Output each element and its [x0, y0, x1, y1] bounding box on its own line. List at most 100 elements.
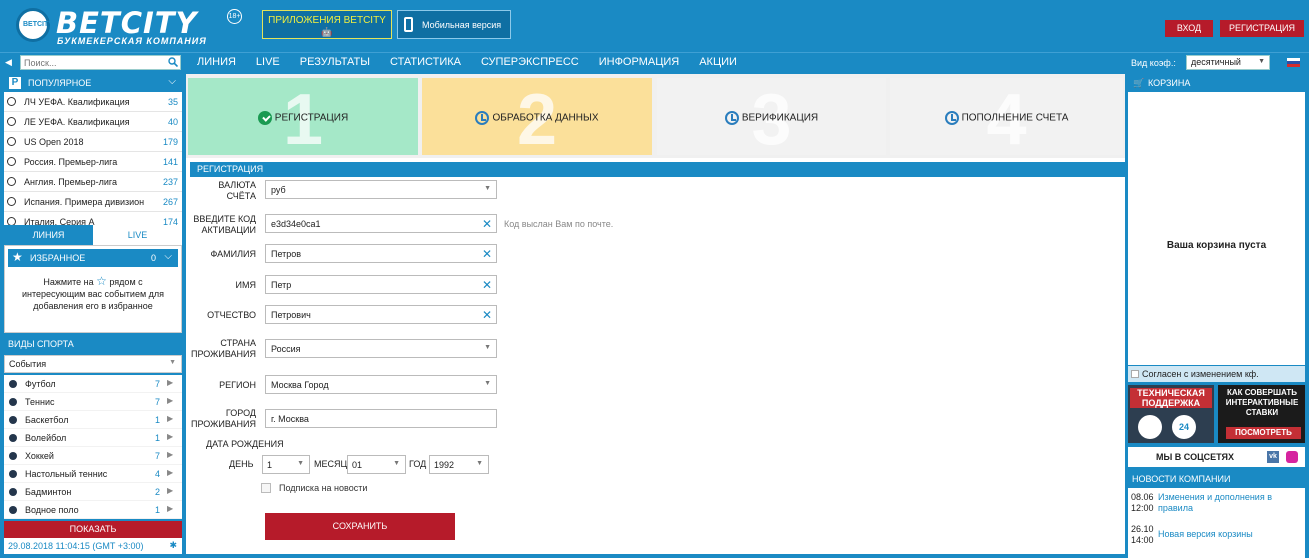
form-title: РЕГИСТРАЦИЯ — [190, 162, 1125, 177]
day-value: 1 — [267, 460, 273, 470]
news-link[interactable]: Новая версия корзины — [1158, 529, 1288, 540]
search-input[interactable] — [21, 56, 161, 69]
agree-row[interactable]: Согласен с изменением кф. — [1128, 366, 1305, 382]
patronymic-input[interactable]: Петрович ✕ — [265, 305, 497, 324]
country-select[interactable]: Россия ▼ — [265, 339, 497, 358]
nav-results[interactable]: РЕЗУЛЬТАТЫ — [300, 56, 370, 68]
name-input[interactable]: Петр ✕ — [265, 275, 497, 294]
country-label: СТРАНА ПРОЖИВАНИЯ — [190, 338, 256, 359]
support-banner[interactable]: ТЕХНИЧЕСКАЯ ПОДДЕРЖКА 24 — [1128, 385, 1214, 443]
events-select[interactable]: События ▼ — [4, 355, 182, 373]
popular-item[interactable]: ЛЕ УЕФА. Квалификация 40 — [4, 112, 182, 132]
patronymic-value: Петрович — [271, 310, 311, 320]
save-button[interactable]: СОХРАНИТЬ — [265, 513, 455, 540]
sport-item[interactable]: Настольный теннис 4 ▶ — [4, 465, 182, 483]
day-label: ДЕНЬ — [229, 459, 254, 469]
instagram-icon[interactable] — [1286, 451, 1298, 463]
logo-subtitle: БУКМЕКЕРСКАЯ КОМПАНИЯ — [57, 36, 207, 46]
popular-item-count: 237 — [162, 177, 178, 187]
sport-item[interactable]: Бадминтон 2 ▶ — [4, 483, 182, 501]
step-deposit: 4 ПОПОЛНЕНИЕ СЧЕТА — [890, 78, 1123, 160]
currency-label: ВАЛЮТА СЧЁТА — [218, 180, 256, 201]
register-button[interactable]: РЕГИСТРАЦИЯ — [1220, 20, 1304, 37]
activation-code-input[interactable]: e3d34e0ca1 ✕ — [265, 214, 497, 233]
nav-line[interactable]: ЛИНИЯ — [197, 56, 236, 68]
step-registration: 1 РЕГИСТРАЦИЯ — [188, 78, 418, 160]
nav-live[interactable]: LIVE — [256, 56, 280, 68]
favorites-header[interactable]: ★ ИЗБРАННОЕ 0 ⌵ — [8, 249, 178, 267]
month-select[interactable]: 01 ▼ — [347, 455, 406, 474]
sport-item[interactable]: Водное поло 1 ▶ — [4, 501, 182, 519]
day-select[interactable]: 1 ▼ — [262, 455, 310, 474]
show-button[interactable]: ПОКАЗАТЬ — [4, 521, 182, 538]
chevron-down-icon: ⌵ — [168, 76, 176, 87]
popular-header[interactable]: P ПОПУЛЯРНОЕ ⌵ — [4, 74, 182, 92]
sport-item[interactable]: Баскетбол 1 ▶ — [4, 411, 182, 429]
currency-select[interactable]: руб ▼ — [265, 180, 497, 199]
step-label: ОБРАБОТКА ДАННЫХ — [492, 112, 599, 124]
sport-name: Хоккей — [25, 451, 54, 461]
popular-item-count: 40 — [167, 117, 178, 127]
mobile-version-button[interactable]: Мобильная версия — [397, 10, 511, 39]
cart-title: КОРЗИНА — [1148, 78, 1191, 88]
interactive-bets-banner[interactable]: КАК СОВЕРШАТЬ ИНТЕРАКТИВНЫЕ СТАВКИ ПОСМО… — [1218, 385, 1305, 443]
subscribe-checkbox[interactable] — [261, 483, 271, 493]
city-input[interactable]: г. Москва — [265, 409, 497, 428]
popular-item[interactable]: Испания. Примера дивизион 267 — [4, 192, 182, 212]
news-link[interactable]: Изменения и дополнения в правила — [1158, 492, 1288, 514]
popular-item[interactable]: Англия. Премьер-лига 237 — [4, 172, 182, 192]
betcity-logo[interactable]: BETCITY BETCITY БУКМЕКЕРСКАЯ КОМПАНИЯ 18… — [16, 6, 242, 46]
sport-item[interactable]: Хоккей 7 ▶ — [4, 447, 182, 465]
surname-label: ФАМИЛИЯ — [210, 249, 257, 259]
search-icon[interactable] — [168, 57, 178, 67]
login-button[interactable]: ВХОД — [1165, 20, 1213, 37]
cart-body: Ваша корзина пуста — [1128, 92, 1305, 365]
region-label: РЕГИОН — [219, 380, 256, 390]
year-select[interactable]: 1992 ▼ — [429, 455, 489, 474]
code-hint: Код выслан Вам по почте. — [504, 219, 614, 229]
sports-list: Футбол 7 ▶ Теннис 7 ▶ Баскетбол 1 ▶ Волейбол 1 ▶… — [4, 375, 182, 519]
clear-icon[interactable]: ✕ — [482, 278, 492, 292]
nav-information[interactable]: ИНФОРМАЦИЯ — [599, 56, 679, 68]
coef-select[interactable]: десятичный ▼ — [1186, 55, 1270, 70]
surname-input[interactable]: Петров ✕ — [265, 244, 497, 263]
nav-superexpress[interactable]: СУПЕРЭКСПРЕСС — [481, 56, 579, 68]
region-value: Москва Город — [271, 380, 329, 390]
clear-icon[interactable]: ✕ — [482, 308, 492, 322]
tab-live[interactable]: LIVE — [93, 225, 182, 245]
clear-icon[interactable]: ✕ — [482, 247, 492, 261]
chevron-down-icon: ▼ — [484, 344, 491, 351]
popular-item-name: ЛЕ УЕФА. Квалификация — [24, 117, 130, 127]
nav-promotions[interactable]: АКЦИИ — [699, 56, 737, 68]
popular-item[interactable]: Россия. Премьер-лига 141 — [4, 152, 182, 172]
apps-button[interactable]: ПРИЛОЖЕНИЯ BETCITY 🤖 — [262, 10, 392, 39]
nav-statistics[interactable]: СТАТИСТИКА — [390, 56, 461, 68]
clear-icon[interactable]: ✕ — [482, 217, 492, 231]
sport-item[interactable]: Футбол 7 ▶ — [4, 375, 182, 393]
gear-icon[interactable]: ✱ — [169, 540, 177, 551]
chevron-right-icon: ▶ — [167, 378, 174, 387]
city-label: ГОРОД ПРОЖИВАНИЯ — [190, 408, 256, 429]
chevron-down-icon: ▼ — [476, 460, 483, 467]
popular-list: ЛЧ УЕФА. Квалификация 35 ЛЕ УЕФА. Квалифи… — [4, 92, 182, 225]
sport-item[interactable]: Теннис 7 ▶ — [4, 393, 182, 411]
check-icon — [257, 111, 272, 125]
subscribe-label: Подписка на новости — [279, 483, 368, 493]
popular-item[interactable]: US Open 2018 179 — [4, 132, 182, 152]
popular-item[interactable]: ЛЧ УЕФА. Квалификация 35 — [4, 92, 182, 112]
collapse-arrow-icon[interactable]: ◀ — [5, 57, 12, 68]
sport-item[interactable]: Волейбол 1 ▶ — [4, 429, 182, 447]
month-label: МЕСЯЦ — [314, 459, 348, 469]
region-select[interactable]: Москва Город ▼ — [265, 375, 497, 394]
patronymic-label: ОТЧЕСТВО — [207, 310, 256, 320]
football-icon — [7, 217, 16, 225]
tab-line[interactable]: ЛИНИЯ — [4, 225, 93, 245]
russian-flag-icon[interactable] — [1287, 58, 1300, 67]
popular-item[interactable]: Италия. Серия А 174 — [4, 212, 182, 225]
agree-checkbox[interactable] — [1131, 370, 1139, 378]
chevron-down-icon: ▼ — [169, 359, 176, 366]
server-datetime: 29.08.2018 11:04:15 (GMT +3:00) ✱ — [4, 538, 182, 554]
popular-item-name: ЛЧ УЕФА. Квалификация — [24, 97, 130, 107]
vk-icon[interactable]: vk — [1267, 451, 1279, 463]
watch-button[interactable]: ПОСМОТРЕТЬ — [1226, 427, 1301, 439]
